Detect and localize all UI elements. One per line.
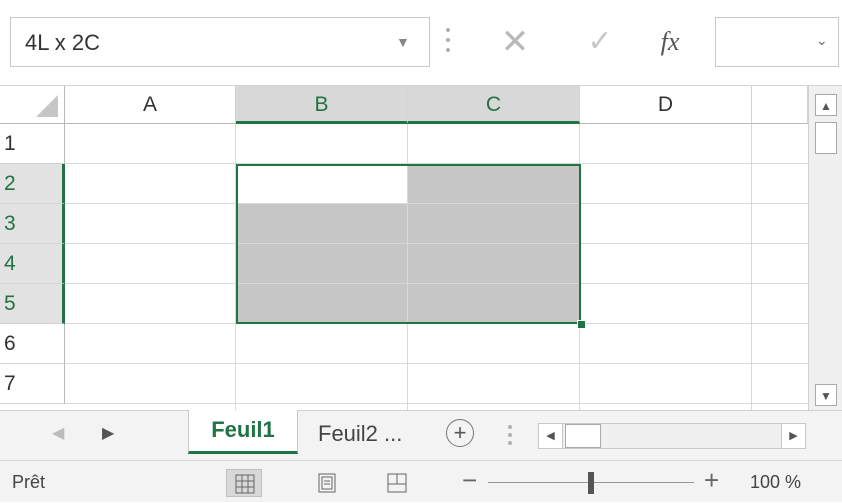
row-header-1[interactable]: 1 xyxy=(0,124,65,164)
page-layout-icon xyxy=(318,473,336,493)
chevron-down-icon[interactable]: ▼ xyxy=(396,34,410,50)
tab-feuil2[interactable]: Feuil2 ... xyxy=(306,415,436,453)
scroll-left-icon[interactable]: ◀ xyxy=(539,424,563,448)
drag-handle-icon[interactable] xyxy=(508,423,512,447)
tab-feuil1[interactable]: Feuil1 xyxy=(188,410,298,454)
row-header-6[interactable]: 6 xyxy=(0,324,65,364)
gridline xyxy=(65,363,808,364)
formula-bar: 4L x 2C ▼ ✕ ✓ fx ⌄ xyxy=(0,0,842,86)
gridline xyxy=(65,403,808,404)
page-break-view-button[interactable] xyxy=(380,469,414,497)
sheet-tab-bar: ◀ ▶ Feuil1 Feuil2 ... + ◀ ▶ xyxy=(0,410,842,460)
zoom-out-button[interactable]: − xyxy=(462,465,477,496)
column-header-b[interactable]: B xyxy=(236,86,408,124)
gridline xyxy=(751,124,752,410)
formula-input[interactable]: ⌄ xyxy=(715,17,839,67)
insert-function-button[interactable]: fx xyxy=(640,18,700,66)
chevron-down-icon[interactable]: ⌄ xyxy=(816,32,828,49)
zoom-in-button[interactable]: + xyxy=(704,465,719,496)
page-break-icon xyxy=(387,473,407,493)
row-header-2[interactable]: 2 xyxy=(0,164,65,204)
fill-handle[interactable] xyxy=(577,320,586,329)
select-all-button[interactable] xyxy=(0,86,65,124)
column-header-d[interactable]: D xyxy=(580,86,752,124)
column-header-a[interactable]: A xyxy=(65,86,236,124)
previous-sheet-icon[interactable]: ◀ xyxy=(52,423,64,443)
next-sheet-icon[interactable]: ▶ xyxy=(102,423,114,443)
spreadsheet-grid[interactable]: ABCD 1234567 xyxy=(0,86,808,410)
row-header-7[interactable]: 7 xyxy=(0,364,65,404)
scroll-down-icon[interactable]: ▼ xyxy=(815,384,837,406)
status-bar: Prêt − + 100 % xyxy=(0,460,842,502)
add-sheet-button[interactable]: + xyxy=(446,419,474,447)
select-all-icon xyxy=(36,95,58,117)
name-box[interactable]: 4L x 2C ▼ xyxy=(10,17,430,67)
status-text: Prêt xyxy=(12,472,46,492)
page-layout-view-button[interactable] xyxy=(312,469,342,497)
zoom-slider-thumb[interactable] xyxy=(588,472,594,494)
normal-view-button[interactable] xyxy=(226,469,262,497)
selection-border xyxy=(236,164,581,324)
column-header-partial[interactable] xyxy=(752,86,808,124)
scroll-thumb[interactable] xyxy=(565,424,601,448)
horizontal-scrollbar[interactable]: ◀ ▶ xyxy=(538,423,806,449)
drag-handle-icon[interactable] xyxy=(446,24,450,58)
grid-view-icon xyxy=(235,474,255,494)
vertical-scrollbar[interactable]: ▲ ▼ xyxy=(808,86,842,410)
zoom-level[interactable]: 100 % xyxy=(750,472,801,493)
scroll-right-icon[interactable]: ▶ xyxy=(781,424,805,448)
row-header-3[interactable]: 3 xyxy=(0,204,65,244)
row-header-5[interactable]: 5 xyxy=(0,284,65,324)
column-header-c[interactable]: C xyxy=(408,86,580,124)
cancel-button[interactable]: ✕ xyxy=(485,18,545,66)
enter-button[interactable]: ✓ xyxy=(570,18,630,66)
scroll-up-icon[interactable]: ▲ xyxy=(815,94,837,116)
scroll-thumb[interactable] xyxy=(815,122,837,154)
name-box-value: 4L x 2C xyxy=(25,30,101,55)
row-header-4[interactable]: 4 xyxy=(0,244,65,284)
